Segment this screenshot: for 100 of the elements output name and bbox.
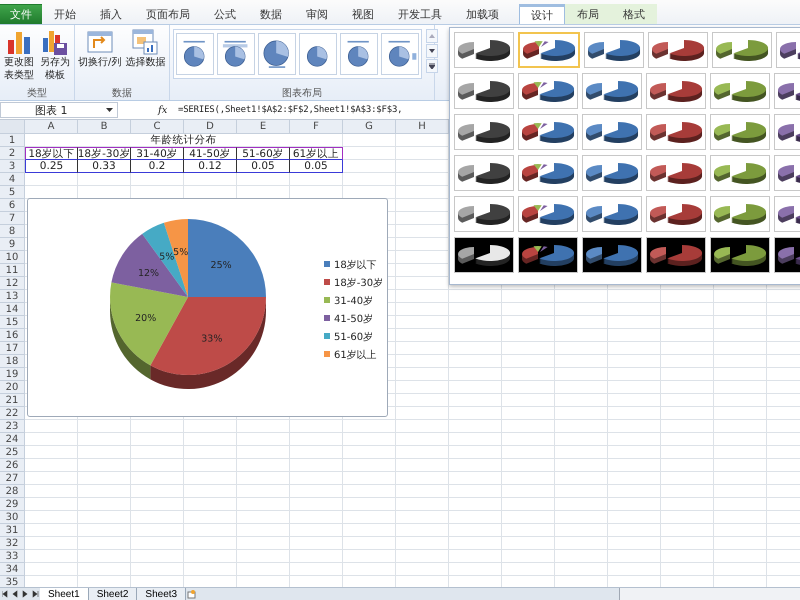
chart-style-option[interactable] <box>582 155 642 191</box>
horizontal-scrollbar[interactable] <box>619 588 800 600</box>
chart-style-option[interactable] <box>518 237 578 273</box>
ribbon-button[interactable]: 另存为模板 <box>39 27 71 83</box>
ribbon-tab[interactable]: 插入 <box>88 4 134 24</box>
chart-style-option[interactable] <box>454 155 514 191</box>
row-header[interactable]: 32 <box>0 537 25 550</box>
column-header[interactable]: G <box>343 120 396 134</box>
ribbon-button[interactable]: 更改图表类型 <box>3 27 35 83</box>
row-header[interactable]: 9 <box>0 238 25 251</box>
chart-layout-option[interactable] <box>340 33 378 75</box>
chart-style-option[interactable] <box>454 237 514 273</box>
chart-style-option[interactable] <box>646 114 706 150</box>
chart-layout-option[interactable] <box>258 33 296 75</box>
sheet-nav-button[interactable] <box>30 588 40 600</box>
column-header[interactable]: C <box>131 120 184 134</box>
ribbon-tab[interactable]: 布局 <box>565 4 611 24</box>
ribbon-tab[interactable]: 页面布局 <box>134 4 202 24</box>
sheet-nav-button[interactable] <box>0 588 10 600</box>
row-header[interactable]: 11 <box>0 264 25 277</box>
row-header[interactable]: 30 <box>0 511 25 524</box>
row-header[interactable]: 10 <box>0 251 25 264</box>
chart-style-option[interactable] <box>646 237 706 273</box>
sheet-tab[interactable]: Sheet2 <box>88 588 138 600</box>
chart-layout-option[interactable] <box>217 33 255 75</box>
chart-style-option[interactable] <box>454 196 514 232</box>
row-header[interactable]: 14 <box>0 303 25 316</box>
sheet-tab[interactable]: Sheet3 <box>137 588 186 600</box>
row-header[interactable]: 12 <box>0 277 25 290</box>
insert-function-button[interactable]: fx <box>158 104 178 116</box>
chart-style-option[interactable] <box>710 114 770 150</box>
ribbon-tab[interactable]: 开发工具 <box>386 4 454 24</box>
row-header[interactable]: 18 <box>0 355 25 368</box>
ribbon-button[interactable]: 选择数据 <box>125 27 166 70</box>
row-header[interactable]: 6 <box>0 199 25 212</box>
row-header[interactable]: 22 <box>0 407 25 420</box>
chart-style-option[interactable] <box>454 32 514 68</box>
sheet-nav-button[interactable] <box>10 588 20 600</box>
row-header[interactable]: 17 <box>0 342 25 355</box>
chart-style-option[interactable] <box>518 73 578 109</box>
chart-style-option[interactable] <box>582 73 642 109</box>
chart-style-option[interactable] <box>454 114 514 150</box>
chart-style-option[interactable] <box>454 73 514 109</box>
chart-style-option[interactable] <box>518 155 578 191</box>
row-header[interactable]: 24 <box>0 433 25 446</box>
chart-style-option[interactable] <box>646 155 706 191</box>
chart-style-option[interactable] <box>518 32 580 68</box>
chart-style-option[interactable] <box>710 237 770 273</box>
ribbon-tab[interactable]: 开始 <box>42 4 88 24</box>
row-header[interactable]: 19 <box>0 368 25 381</box>
ribbon-tab[interactable]: 格式 <box>611 4 657 24</box>
row-header[interactable]: 1 <box>0 134 25 147</box>
chart-layout-option[interactable] <box>299 33 337 75</box>
row-header[interactable]: 7 <box>0 212 25 225</box>
chart-layout-option[interactable] <box>176 33 214 75</box>
chart-style-option[interactable] <box>582 237 642 273</box>
row-header[interactable]: 31 <box>0 524 25 537</box>
row-header[interactable]: 34 <box>0 563 25 576</box>
row-header[interactable]: 4 <box>0 173 25 186</box>
column-header[interactable]: D <box>184 120 237 134</box>
ribbon-button[interactable]: 切换行/列 <box>78 27 122 70</box>
chart-style-option[interactable] <box>582 196 642 232</box>
sheet-tab[interactable]: Sheet1 <box>40 588 89 600</box>
insert-sheet-button[interactable] <box>186 588 196 600</box>
column-header[interactable]: F <box>290 120 343 134</box>
ribbon-tab[interactable]: 设计 <box>519 4 565 24</box>
ribbon-tab[interactable]: 文件 <box>0 4 42 24</box>
chart-style-option[interactable] <box>710 196 770 232</box>
row-header[interactable]: 21 <box>0 394 25 407</box>
chart-style-option[interactable] <box>710 73 770 109</box>
formula-field[interactable]: =SERIES(,Sheet1!$A$2:$F$2,Sheet1!$A$3:$F$3, <box>178 105 402 115</box>
chart-style-option[interactable] <box>646 73 706 109</box>
chart-style-option[interactable] <box>646 196 706 232</box>
column-header[interactable]: H <box>396 120 449 134</box>
row-header[interactable]: 16 <box>0 329 25 342</box>
column-header[interactable]: B <box>78 120 131 134</box>
row-header[interactable]: 13 <box>0 290 25 303</box>
chart-style-option[interactable] <box>648 32 708 68</box>
row-header[interactable]: 28 <box>0 485 25 498</box>
more-button[interactable] <box>426 59 438 73</box>
row-header[interactable]: 33 <box>0 550 25 563</box>
row-header[interactable]: 27 <box>0 472 25 485</box>
scroll-down-button[interactable] <box>426 44 438 58</box>
ribbon-tab[interactable]: 加载项 <box>454 4 511 24</box>
ribbon-tab[interactable]: 公式 <box>202 4 248 24</box>
row-header[interactable]: 26 <box>0 459 25 472</box>
chart-style-option[interactable] <box>712 32 772 68</box>
row-header[interactable]: 29 <box>0 498 25 511</box>
chart-style-option[interactable] <box>582 114 642 150</box>
row-header[interactable]: 8 <box>0 225 25 238</box>
row-header[interactable]: 20 <box>0 381 25 394</box>
chart-style-option[interactable] <box>710 155 770 191</box>
row-header[interactable]: 23 <box>0 420 25 433</box>
row-header[interactable]: 25 <box>0 446 25 459</box>
row-header[interactable]: 5 <box>0 186 25 199</box>
column-header[interactable]: A <box>25 120 78 134</box>
column-header[interactable]: E <box>237 120 290 134</box>
chart-style-option[interactable] <box>584 32 644 68</box>
ribbon-tab[interactable]: 数据 <box>248 4 294 24</box>
row-header[interactable]: 3 <box>0 160 25 173</box>
